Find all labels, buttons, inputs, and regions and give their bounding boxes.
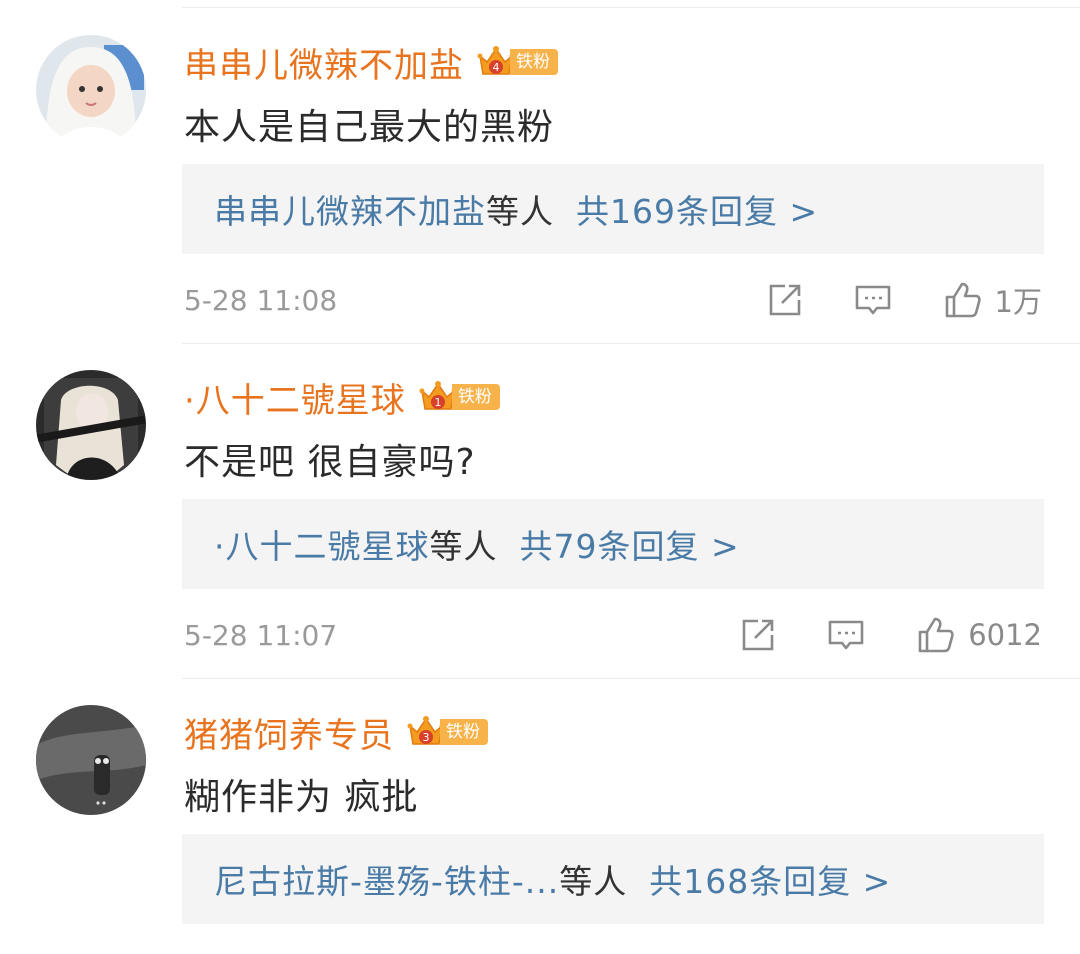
comment-item: ·八十二號星球 1 铁粉 不是吧 很自豪吗? ·八十二號星球 等人 共79条回复… [0, 335, 1080, 680]
like-icon[interactable] [943, 280, 983, 320]
comment-text: 糊作非为 疯批 [184, 777, 419, 818]
action-bar: 6012 [738, 615, 1042, 655]
like-button[interactable]: 1万 [943, 279, 1042, 321]
timestamp: 5-28 11:07 [184, 618, 338, 652]
fan-badge-label: 铁粉 [451, 384, 500, 410]
fan-level: 1 [434, 396, 441, 409]
repost-icon[interactable] [738, 615, 778, 655]
avatar[interactable] [36, 35, 146, 145]
reply-suffix: 等人 [429, 527, 498, 566]
reply-count-link[interactable]: 共168条回复 > [649, 855, 891, 903]
like-button[interactable]: 6012 [916, 615, 1042, 655]
reply-suffix: 等人 [559, 862, 628, 901]
action-bar: 1万 [765, 279, 1042, 321]
replies-summary[interactable]: 尼古拉斯-墨殇-铁柱-... 等人 共168条回复 > [182, 834, 1044, 924]
username[interactable]: 串串儿微辣不加盐 [184, 38, 464, 87]
fan-level: 4 [493, 61, 500, 74]
fan-badge: 1 铁粉 [418, 380, 500, 414]
comment-item: 猪猪饲养专员 3 铁粉 糊作非为 疯批 尼古拉斯-墨殇-铁柱-... 等人 共1… [0, 670, 1080, 954]
repost-icon[interactable] [765, 280, 805, 320]
username-row: ·八十二號星球 1 铁粉 [184, 373, 500, 421]
avatar[interactable] [36, 705, 146, 815]
username-row: 串串儿微辣不加盐 4 铁粉 [184, 38, 558, 86]
comment-icon[interactable] [826, 615, 866, 655]
replies-summary[interactable]: ·八十二號星球 等人 共79条回复 > [182, 499, 1044, 589]
reply-users[interactable]: ·八十二號星球 [214, 520, 430, 568]
username[interactable]: 猪猪饲养专员 [184, 708, 394, 757]
reply-count-link[interactable]: 共169条回复 > [576, 185, 818, 233]
reply-users[interactable]: 串串儿微辣不加盐 [214, 185, 486, 233]
reply-users[interactable]: 尼古拉斯-墨殇-铁柱-... [214, 855, 559, 903]
fan-badge: 4 铁粉 [476, 45, 558, 79]
fan-level: 3 [423, 731, 430, 744]
comment-icon[interactable] [853, 280, 893, 320]
username-row: 猪猪饲养专员 3 铁粉 [184, 708, 488, 756]
timestamp: 5-28 11:08 [184, 283, 338, 317]
username[interactable]: ·八十二號星球 [184, 373, 406, 422]
fan-badge: 3 铁粉 [406, 715, 488, 749]
comment-meta: 5-28 11:07 6012 [184, 611, 1042, 659]
reply-count-link[interactable]: 共79条回复 > [520, 520, 740, 568]
reply-suffix: 等人 [486, 192, 554, 231]
fan-badge-label: 铁粉 [440, 719, 488, 745]
replies-summary[interactable]: 串串儿微辣不加盐 等人 共169条回复 > [182, 164, 1044, 254]
like-count: 6012 [968, 618, 1042, 652]
comment-text: 不是吧 很自豪吗? [184, 442, 476, 483]
like-count: 1万 [994, 285, 1042, 319]
like-icon[interactable] [916, 615, 956, 655]
fan-badge-label: 铁粉 [510, 49, 558, 75]
comment-meta: 5-28 11:08 1万 [184, 276, 1042, 324]
comment-item: 串串儿微辣不加盐 4 铁粉 本人是自己最大的黑粉 串串儿微辣不加盐 等人 共16… [0, 0, 1080, 345]
avatar[interactable] [36, 370, 146, 480]
comment-text: 本人是自己最大的黑粉 [184, 107, 555, 148]
